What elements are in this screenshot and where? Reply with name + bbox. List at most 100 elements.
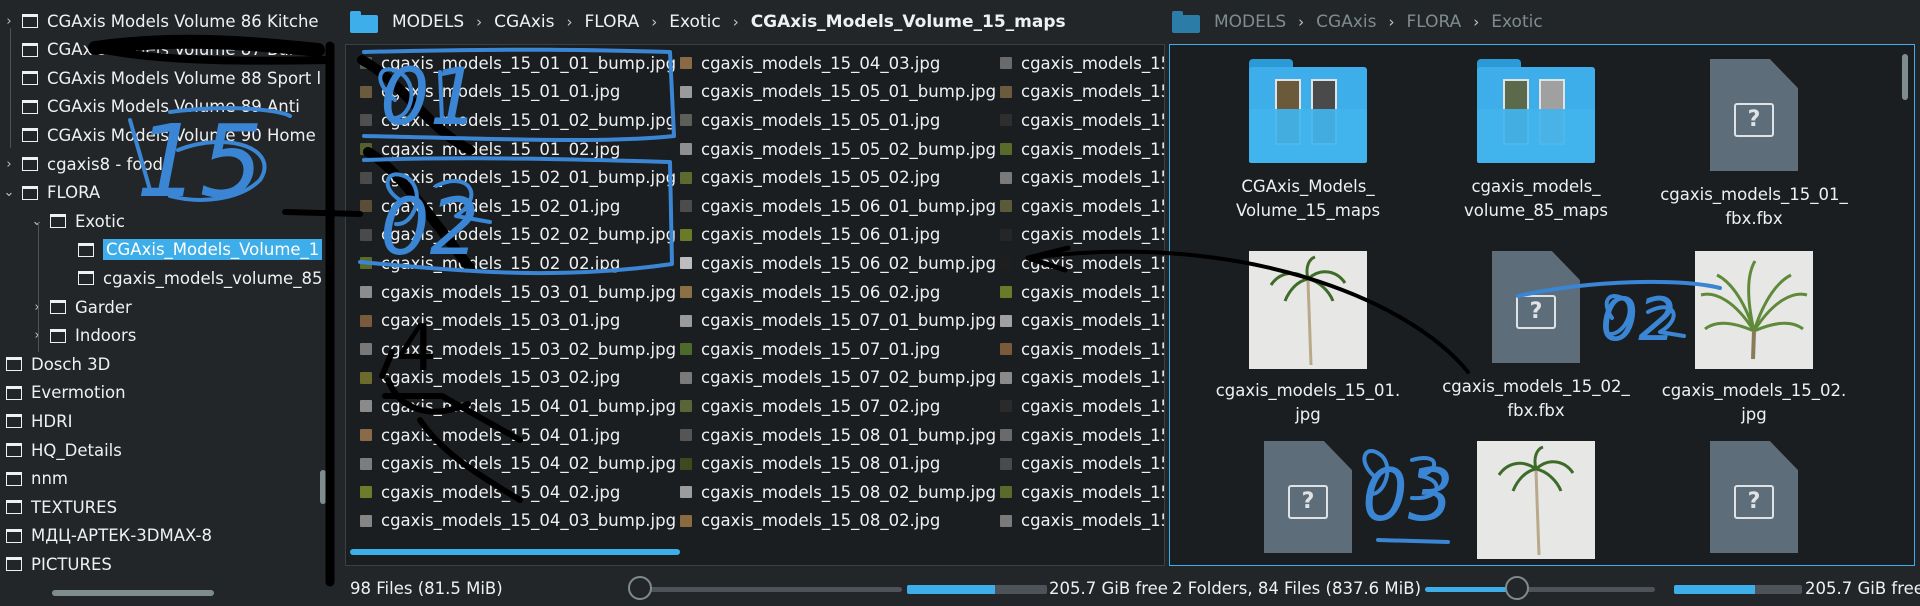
file-item[interactable]: cgaxis_models_15_04_01.jpg [360,421,676,450]
tree-item[interactable]: Evermotion [0,379,126,407]
file-item[interactable]: ? cgaxis_models_15_02_ fbx.fbx [1426,251,1646,423]
tree-item[interactable]: HQ_Details [0,436,122,464]
tree-item[interactable]: CGAxis Models Volume 90 Home [2,121,316,149]
tree-item[interactable]: TEXTURES [0,493,117,521]
file-item[interactable]: cgaxis_models_15 [1000,364,1164,393]
tree-item[interactable]: CGAxis Models Volume 88 Sport l [2,64,321,92]
file-item[interactable]: ? cgaxis_models_15_01_ fbx.fbx [1644,59,1864,231]
file-item[interactable]: ? [1644,441,1864,565]
file-item[interactable]: cgaxis_models_15_07_02_bump.jpg [680,364,996,393]
file-item[interactable]: cgaxis_models_15 [1000,135,1164,164]
right-file-view[interactable]: CGAxis_Models_ Volume_15_maps cgaxis_mode… [1169,44,1915,566]
file-item[interactable]: cgaxis_models_15_01_01.jpg [360,78,676,107]
tree-item[interactable]: Dosch 3D [0,350,110,378]
breadcrumb-item[interactable]: CGAxis › [494,12,584,32]
file-item[interactable]: cgaxis_models_15_05_01.jpg [680,106,996,135]
tree-item[interactable]: › CGAxis Models Volume 86 Kitche [2,7,318,35]
tree-item[interactable]: › cgaxis8 - food [2,150,163,178]
file-item[interactable]: cgaxis_models_15_08_02.jpg [680,507,996,536]
file-item[interactable]: cgaxis_models_15 [1000,306,1164,335]
file-item[interactable]: cgaxis_models_15_07_01_bump.jpg [680,306,996,335]
right-vertical-scrollbar[interactable] [1902,54,1908,100]
file-item[interactable]: cgaxis_models_15 [1000,478,1164,507]
file-item[interactable] [1426,441,1646,565]
tree-item[interactable]: CGAxis Models Volume 87 Bur [2,36,296,64]
chevron-right-icon[interactable]: › [30,300,44,315]
left-horizontal-scrollbar[interactable] [350,549,680,555]
file-item[interactable]: cgaxis_models_15_02_01_bump.jpg [360,163,676,192]
tree-item[interactable]: › Garder [30,293,131,321]
chevron-right-icon[interactable]: › [30,328,44,343]
chevron-down-icon[interactable]: ⌄ [30,214,44,229]
file-item[interactable]: cgaxis_models_15 [1000,163,1164,192]
tree-item[interactable]: › Indoors [30,322,136,350]
folder-icon[interactable] [350,10,378,33]
breadcrumb-item[interactable]: Exotic [1491,12,1542,32]
right-zoom-slider-handle[interactable] [1505,576,1529,600]
breadcrumb-item[interactable]: MODELS › [1214,12,1316,32]
tree-item[interactable]: ⌄ FLORA [2,179,101,207]
tree-horizontal-scrollbar[interactable] [52,590,214,596]
file-item[interactable]: cgaxis_models_15_01_01_bump.jpg [360,49,676,78]
breadcrumb-item[interactable]: CGAxis › [1316,12,1406,32]
breadcrumb-item[interactable]: CGAxis_Models_Volume_15_maps [751,12,1066,32]
file-item[interactable]: cgaxis_models_15 [1000,449,1164,478]
file-item[interactable]: cgaxis_models_15_07_02.jpg [680,392,996,421]
file-item[interactable]: cgaxis_models_15_02_01.jpg [360,192,676,221]
folder-item[interactable]: cgaxis_models_ volume_85_maps [1426,59,1646,223]
file-item[interactable]: cgaxis_models_15_04_03_bump.jpg [360,507,676,536]
file-item[interactable]: cgaxis_models_15_02. jpg [1644,251,1864,427]
file-item[interactable]: cgaxis_models_15_02_02.jpg [360,249,676,278]
file-item[interactable]: cgaxis_models_15_01_02_bump.jpg [360,106,676,135]
file-item[interactable]: cgaxis_models_15 [1000,78,1164,107]
file-item[interactable]: cgaxis_models_15 [1000,335,1164,364]
file-item[interactable]: cgaxis_models_15 [1000,192,1164,221]
file-item[interactable]: cgaxis_models_15_06_02_bump.jpg [680,249,996,278]
file-item[interactable]: cgaxis_models_15_05_02.jpg [680,163,996,192]
file-item[interactable]: cgaxis_models_15_04_01_bump.jpg [360,392,676,421]
tree-item[interactable]: ⌄ Exotic [30,207,125,235]
file-item[interactable]: cgaxis_models_15_06_01_bump.jpg [680,192,996,221]
tree-item[interactable]: nnm [0,465,68,493]
file-item[interactable]: cgaxis_models_15_05_01_bump.jpg [680,78,996,107]
file-item[interactable]: cgaxis_models_15_04_03.jpg [680,49,996,78]
tree-item[interactable]: PICTURES [0,550,112,578]
breadcrumb-item[interactable]: FLORA › [584,12,669,32]
file-item[interactable]: cgaxis_models_15_02_02_bump.jpg [360,221,676,250]
file-item[interactable]: cgaxis_models_15_06_01.jpg [680,221,996,250]
file-item[interactable]: cgaxis_models_15_03_02_bump.jpg [360,335,676,364]
left-file-view[interactable]: cgaxis_models_15_01_01_bump.jpg cgaxis_mo… [345,44,1165,566]
file-item[interactable]: cgaxis_models_15_08_01.jpg [680,449,996,478]
tree-vertical-scrollbar[interactable] [320,470,326,504]
file-item[interactable]: cgaxis_models_15_01_02.jpg [360,135,676,164]
file-item[interactable]: ? [1198,441,1418,565]
file-item[interactable]: cgaxis_models_15_05_02_bump.jpg [680,135,996,164]
file-item[interactable]: cgaxis_models_15 [1000,507,1164,536]
left-zoom-slider-handle[interactable] [628,576,652,600]
places-tree[interactable]: › CGAxis Models Volume 86 Kitche CGAxis Mo… [0,0,336,606]
breadcrumb-item[interactable]: Exotic › [669,12,750,32]
file-item[interactable]: cgaxis_models_15_07_01.jpg [680,335,996,364]
folder-item[interactable]: CGAxis_Models_ Volume_15_maps [1198,59,1418,223]
tree-item[interactable]: cgaxis_models_volume_85 [58,264,322,292]
file-item[interactable]: cgaxis_models_15 [1000,278,1164,307]
tree-item[interactable]: CGAxis_Models_Volume_1 [58,236,323,264]
file-item[interactable]: cgaxis_models_15_03_02.jpg [360,364,676,393]
tree-item[interactable]: HDRI [0,407,72,435]
file-item[interactable]: cgaxis_models_15 [1000,249,1164,278]
file-item[interactable]: cgaxis_models_15_08_02_bump.jpg [680,478,996,507]
file-item[interactable]: cgaxis_models_15 [1000,49,1164,78]
file-item[interactable]: cgaxis_models_15_03_01.jpg [360,306,676,335]
chevron-right-icon[interactable]: › [2,157,16,172]
file-item[interactable]: cgaxis_models_15_06_02.jpg [680,278,996,307]
file-item[interactable]: cgaxis_models_15_01. jpg [1198,251,1418,427]
breadcrumb-item[interactable]: MODELS › [392,12,494,32]
tree-item[interactable]: МДЦ-АРТЕК-3DMAX-8 [0,522,212,550]
file-item[interactable]: cgaxis_models_15_08_01_bump.jpg [680,421,996,450]
file-item[interactable]: cgaxis_models_15 [1000,421,1164,450]
folder-icon[interactable] [1172,10,1200,33]
file-item[interactable]: cgaxis_models_15_04_02.jpg [360,478,676,507]
breadcrumb-item[interactable]: FLORA › [1406,12,1491,32]
chevron-right-icon[interactable]: › [2,14,16,29]
file-item[interactable]: cgaxis_models_15_03_01_bump.jpg [360,278,676,307]
